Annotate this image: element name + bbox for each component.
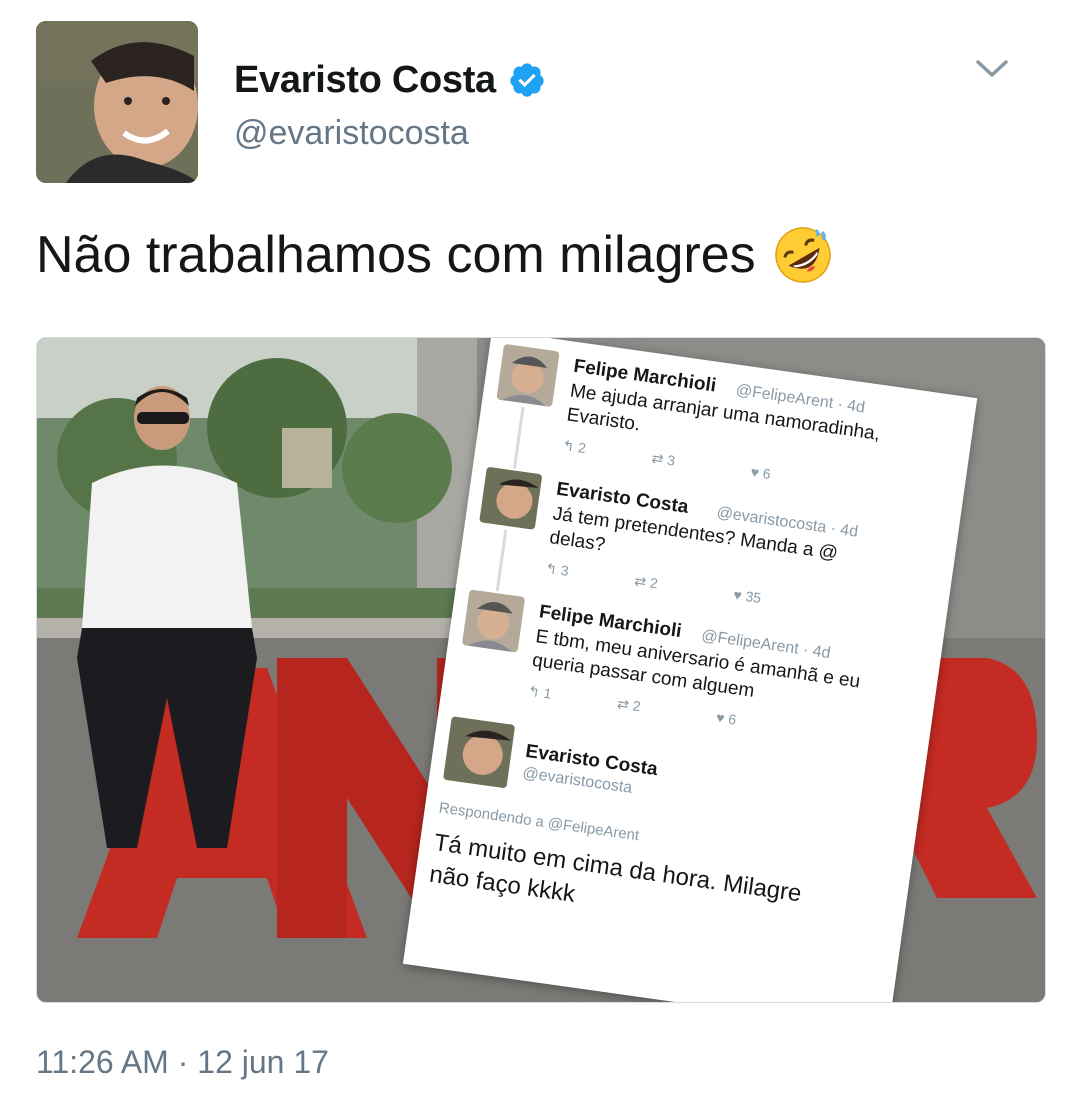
tweet-timestamp[interactable]: 11:26 AM · 12 jun 17 [36, 1044, 329, 1081]
tweet3-retweets: ⇄ 2 [616, 695, 642, 715]
thread-line [512, 406, 525, 469]
felipe-avatar [496, 343, 560, 408]
tweet3-likes: ♥ 6 [715, 709, 738, 728]
tweet2-reply-count: 3 [559, 562, 570, 579]
tweet1-retweet-count: 3 [666, 451, 677, 469]
tweet1-retweets: ⇄ 3 [650, 449, 677, 469]
tweet-text: Não trabalhamos com milagres [36, 226, 756, 284]
rolling-on-floor-laughing-emoji-icon [774, 227, 831, 283]
profile-photo [36, 21, 198, 183]
tweet3-reply-count: 1 [542, 684, 553, 702]
tweet-text-row: Não trabalhamos com milagres [36, 224, 834, 286]
evaristo-avatar [479, 466, 543, 530]
tweet2-replies: ↰ 3 [544, 559, 570, 579]
evaristo-avatar [442, 716, 516, 789]
embedded-screenshot: Felipe Marchioli @FelipeArent · 4d Me aj… [402, 338, 978, 1002]
tweet-media-image[interactable]: Felipe Marchioli @FelipeArent · 4d Me aj… [36, 337, 1046, 1003]
display-name[interactable]: Evaristo Costa [234, 59, 496, 102]
profile-photo [442, 716, 516, 789]
tweet2-like-count: 35 [744, 587, 763, 606]
profile-photo [479, 466, 543, 530]
profile-photo [496, 343, 560, 408]
chevron-down-icon[interactable] [974, 50, 1010, 86]
thread-line [495, 529, 508, 592]
tweet2-likes: ♥ 35 [732, 586, 763, 606]
tweet3-retweet-count: 2 [631, 697, 642, 715]
tweet3-like-count: 6 [727, 710, 738, 728]
tweet1-like-count: 6 [761, 465, 772, 483]
tweet3-replies: ↰ 1 [527, 682, 553, 702]
profile-photo [461, 589, 526, 653]
verified-badge-icon [510, 63, 544, 97]
tweet1-reply-count: 2 [577, 439, 587, 457]
tweet1-replies: ↰ 2 [561, 437, 587, 457]
user-handle[interactable]: @evaristocosta [234, 114, 469, 153]
tweet1-likes: ♥ 6 [749, 463, 772, 483]
tweet2-retweet-count: 2 [648, 574, 659, 592]
felipe-avatar [461, 589, 526, 653]
tweet2-retweets: ⇄ 2 [633, 572, 659, 592]
avatar[interactable] [36, 21, 198, 183]
